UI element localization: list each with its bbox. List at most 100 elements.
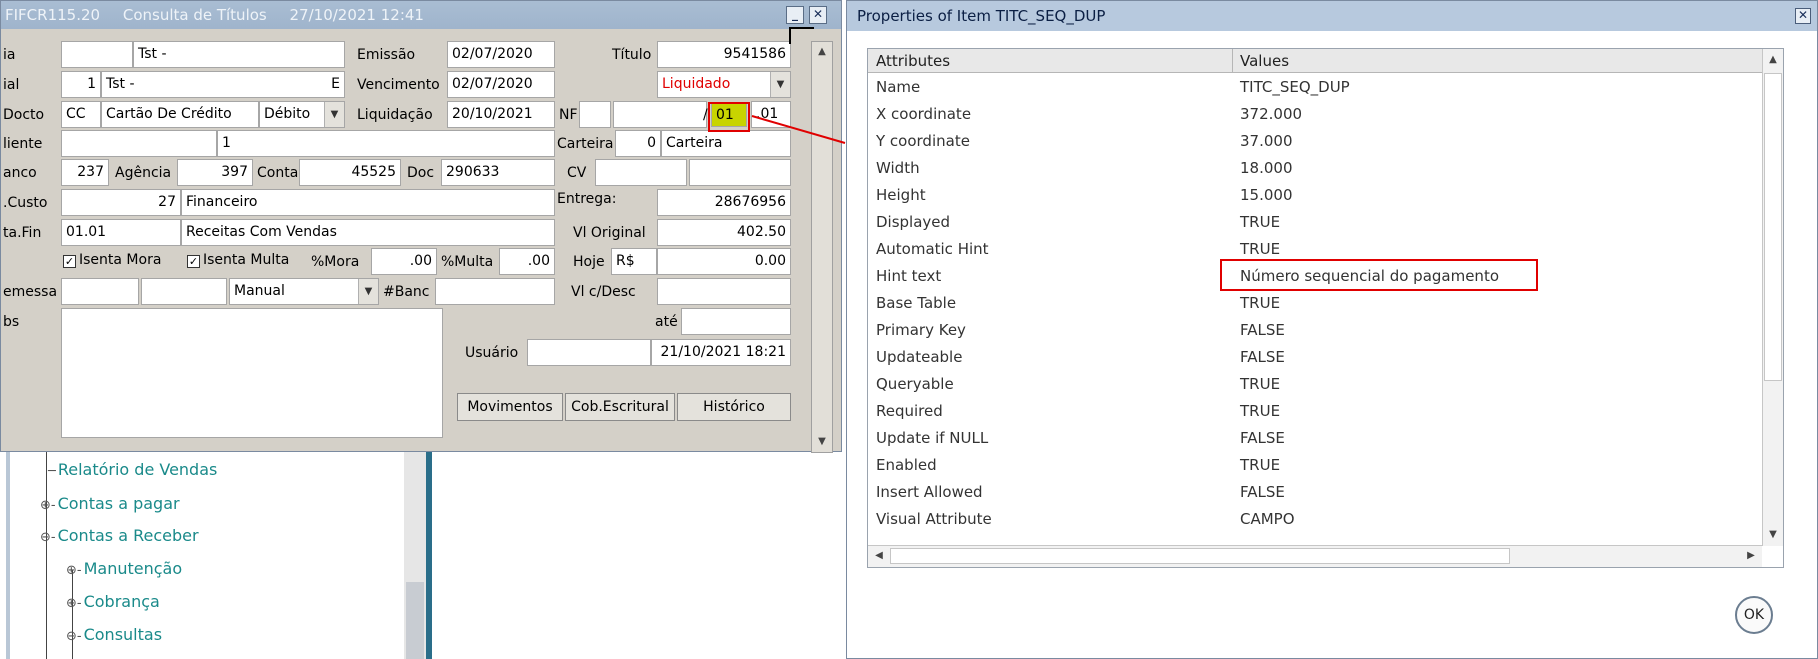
property-row[interactable]: Displayed TRUE <box>868 209 1762 236</box>
properties-vertical-scrollbar[interactable]: ▲ ▼ <box>1762 49 1783 546</box>
properties-title: Properties of Item TITC_SEQ_DUP <box>847 1 1817 31</box>
property-row[interactable]: Name TITC_SEQ_DUP <box>868 74 1762 101</box>
hoje-currency-field[interactable]: R$ <box>611 248 657 275</box>
liquidacao-field[interactable]: 20/10/2021 <box>447 101 555 128</box>
chevron-down-icon[interactable]: ▼ <box>324 102 344 127</box>
cob-escritural-button[interactable]: Cob.Escritural <box>565 393 675 421</box>
form-close-button[interactable]: ✕ <box>809 6 827 24</box>
tree-item-relatorio-vendas[interactable]: ─ Relatório de Vendas <box>48 459 217 483</box>
property-row[interactable]: Required TRUE <box>868 398 1762 425</box>
property-row[interactable]: Enabled TRUE <box>868 452 1762 479</box>
tree-item-consultas[interactable]: ⊖- Consultas <box>66 624 162 648</box>
usuario-field[interactable] <box>527 339 651 366</box>
entrega-field[interactable]: 28676956 <box>657 189 791 216</box>
ccusto-name-field[interactable]: Financeiro <box>181 189 555 216</box>
scroll-up-icon[interactable]: ▲ <box>1764 51 1782 69</box>
obs-textarea[interactable] <box>61 308 443 438</box>
empresa-name-field[interactable]: Tst - <box>133 41 345 68</box>
vl-original-field[interactable]: 402.50 <box>657 219 791 246</box>
cv-field[interactable] <box>595 159 687 186</box>
filial-name-field[interactable]: Tst -E <box>101 71 345 98</box>
tree-item-cobranca[interactable]: ⊕- Cobrança <box>66 591 160 615</box>
form-vertical-scrollbar[interactable]: ▲ ▼ <box>811 41 833 453</box>
movimentos-button[interactable]: Movimentos <box>457 393 563 421</box>
col-attributes-header[interactable]: Attributes <box>868 49 950 73</box>
emissao-field[interactable]: 02/07/2020 <box>447 41 555 68</box>
isenta-mora-checkbox[interactable]: ✓ Isenta Mora <box>63 250 161 270</box>
remessa-type-select[interactable]: Manual ▼ <box>229 278 379 305</box>
scroll-up-icon[interactable]: ▲ <box>812 42 832 62</box>
contafin-code-field[interactable]: 01.01 <box>61 219 181 246</box>
tree-scroll-thumb[interactable] <box>406 582 424 659</box>
scroll-down-icon[interactable]: ▼ <box>1764 526 1782 544</box>
property-row[interactable]: Queryable TRUE <box>868 371 1762 398</box>
hoje-value-field[interactable]: 0.00 <box>657 248 791 275</box>
properties-vscroll-thumb[interactable] <box>1764 73 1782 381</box>
cliente-code-field[interactable] <box>61 130 217 157</box>
ccusto-num-field[interactable]: 27 <box>61 189 181 216</box>
cliente-name-field[interactable]: 1 <box>217 130 555 157</box>
property-row[interactable]: Updateable FALSE <box>868 344 1762 371</box>
col-values-header[interactable]: Values <box>1232 49 1289 73</box>
remessa-field[interactable] <box>61 278 139 305</box>
remessa2-field[interactable] <box>141 278 227 305</box>
property-row[interactable]: Insert Allowed FALSE <box>868 479 1762 506</box>
property-row[interactable]: Width 18.000 <box>868 155 1762 182</box>
property-row[interactable]: Primary Key FALSE <box>868 317 1762 344</box>
tree-item-contas-receber[interactable]: ⊖- Contas a Receber <box>40 525 199 549</box>
banc-field[interactable] <box>435 278 555 305</box>
property-row[interactable]: Visual Attribute CAMPO <box>868 506 1762 533</box>
property-row[interactable]: Y coordinate 37.000 <box>868 128 1762 155</box>
scroll-right-icon[interactable]: ▶ <box>1742 547 1760 565</box>
property-row[interactable]: Update if NULL FALSE <box>868 425 1762 452</box>
nf-serie-field[interactable] <box>579 101 611 128</box>
properties-close-button[interactable]: ✕ <box>1795 8 1811 24</box>
minimize-button[interactable]: _ <box>786 6 804 24</box>
usuario-date-field[interactable]: 21/10/2021 18:21 <box>651 339 791 366</box>
filial-num-field[interactable]: 1 <box>61 71 101 98</box>
contafin-name-field[interactable]: Receitas Com Vendas <box>181 219 555 246</box>
expand-plus-icon[interactable]: ⊕- <box>40 498 56 513</box>
tree-scrollbar[interactable] <box>404 452 426 659</box>
property-row[interactable]: Height 15.000 <box>868 182 1762 209</box>
docto-type-select[interactable]: Débito ▼ <box>259 101 345 128</box>
doc-field[interactable]: 290633 <box>441 159 555 186</box>
property-attribute: X coordinate <box>876 105 972 123</box>
multa-field[interactable]: .00 <box>499 248 555 275</box>
property-row[interactable]: Base Table TRUE <box>868 290 1762 317</box>
ok-button[interactable]: OK <box>1735 596 1773 634</box>
mora-field[interactable]: .00 <box>371 248 437 275</box>
historico-button[interactable]: Histórico <box>677 393 791 421</box>
docto-code-field[interactable]: CC <box>61 101 101 128</box>
expand-plus-icon[interactable]: ⊕- <box>66 563 82 578</box>
cv2-field[interactable] <box>689 159 791 186</box>
titulo-field[interactable]: 9541586 <box>657 41 791 68</box>
tree-item-manutencao[interactable]: ⊕- Manutenção <box>66 558 182 582</box>
collapse-minus-icon[interactable]: ⊖- <box>40 530 56 545</box>
minimize-icon: _ <box>792 7 798 21</box>
vencimento-field[interactable]: 02/07/2020 <box>447 71 555 98</box>
ate-field[interactable] <box>681 308 791 335</box>
scroll-down-icon[interactable]: ▼ <box>812 432 832 452</box>
properties-horizontal-scrollbar[interactable]: ◀ ▶ <box>868 545 1762 567</box>
properties-hscroll-thumb[interactable] <box>890 548 1510 564</box>
scroll-left-icon[interactable]: ◀ <box>870 547 888 565</box>
banco-field[interactable]: 237 <box>61 159 109 186</box>
empresa-code-field[interactable] <box>61 41 133 68</box>
carteira-name-field[interactable]: Carteira <box>661 130 791 157</box>
chevron-down-icon[interactable]: ▼ <box>770 72 790 97</box>
nf-number-field[interactable] <box>613 101 707 128</box>
chevron-down-icon[interactable]: ▼ <box>358 279 378 304</box>
property-row[interactable]: X coordinate 372.000 <box>868 101 1762 128</box>
isenta-multa-checkbox[interactable]: ✓ Isenta Multa <box>187 250 289 270</box>
collapse-minus-icon[interactable]: ⊖- <box>66 629 82 644</box>
carteira-num-field[interactable]: 0 <box>615 130 661 157</box>
docto-name-field[interactable]: Cartão De Crédito <box>101 101 259 128</box>
agencia-field[interactable]: 397 <box>177 159 253 186</box>
status-select[interactable]: Liquidado ▼ <box>657 71 791 98</box>
tree-item-contas-pagar[interactable]: ⊕- Contas a pagar <box>40 493 180 517</box>
conta-field[interactable]: 45525 <box>299 159 401 186</box>
expand-plus-icon[interactable]: ⊕- <box>66 596 82 611</box>
vl-cdesc-field[interactable] <box>657 278 791 305</box>
seq-dup-2-field[interactable]: .01 <box>751 101 791 128</box>
